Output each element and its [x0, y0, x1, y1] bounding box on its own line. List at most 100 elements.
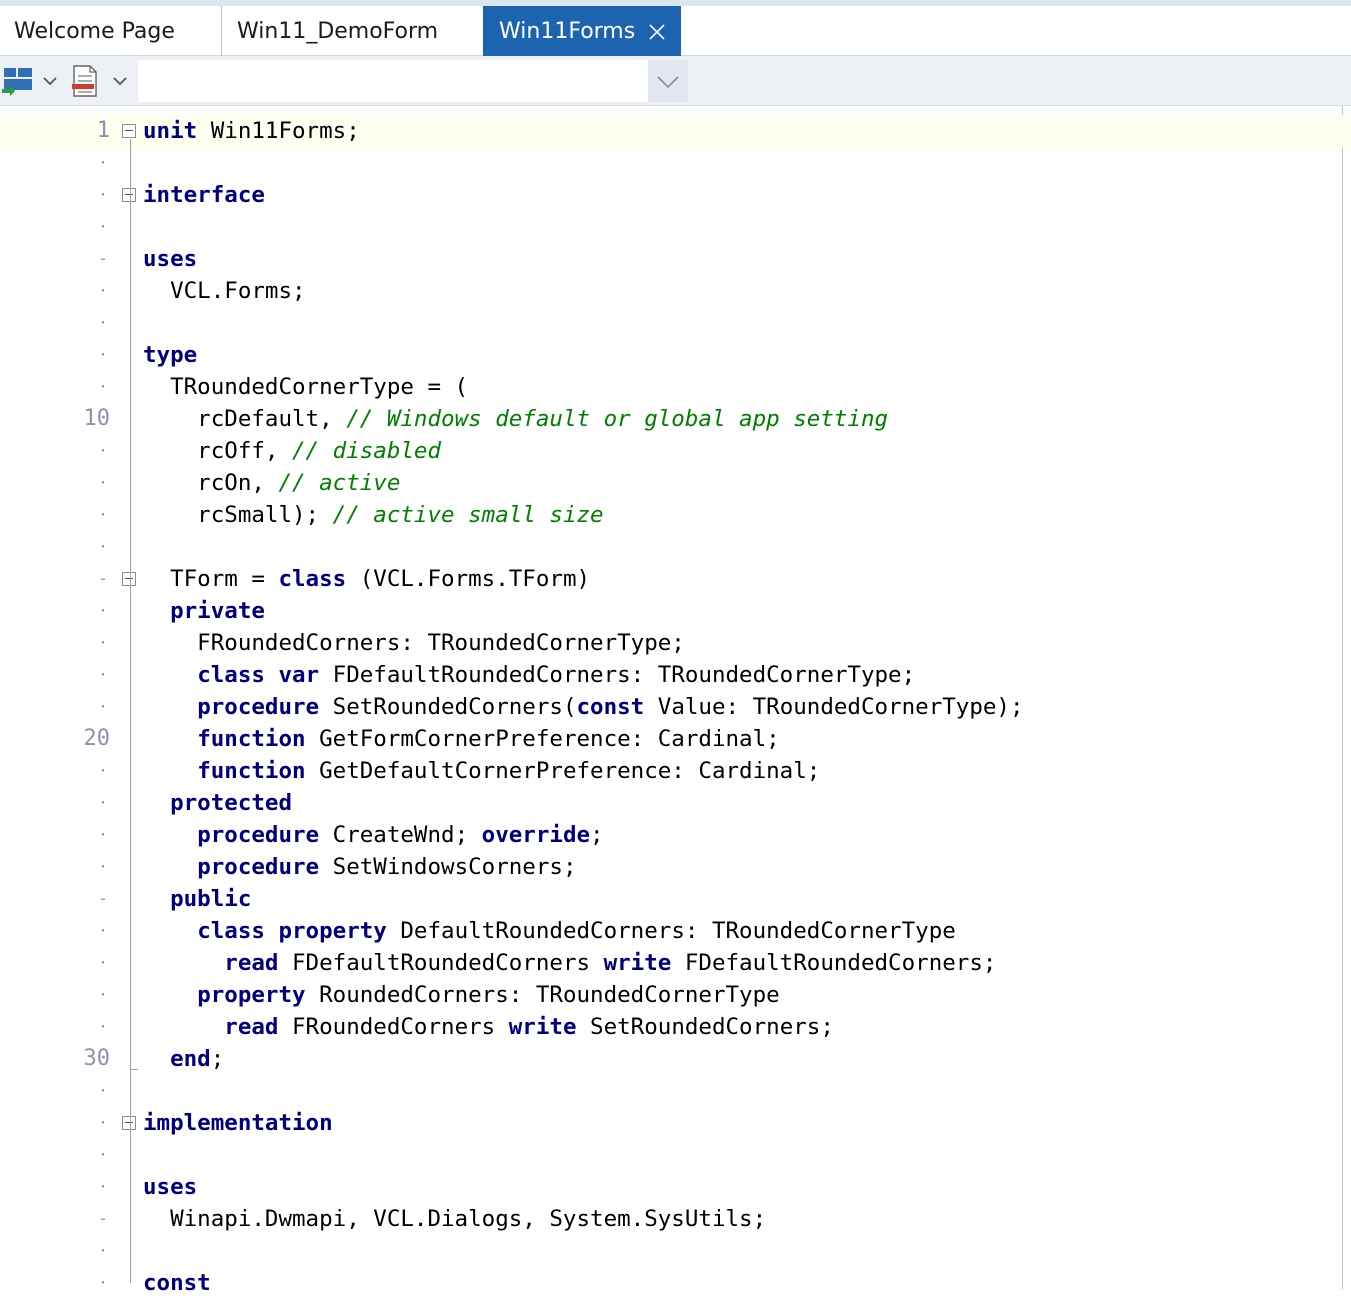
- code-token: FDefaultRoundedCorners: TRoundedCornerTy…: [319, 662, 916, 688]
- gutter-dot: ·: [98, 921, 108, 940]
- code-line[interactable]: 20 function GetFormCornerPreference: Car…: [0, 723, 1351, 755]
- code-line[interactable]: · FRoundedCorners: TRoundedCornerType;: [0, 627, 1351, 659]
- code-line[interactable]: 10 rcDefault, // Windows default or glob…: [0, 403, 1351, 435]
- gutter-dot: ·: [98, 633, 108, 652]
- code-line[interactable]: · procedure CreateWnd; override;: [0, 819, 1351, 851]
- code-token: Value: TRoundedCornerType);: [644, 694, 1024, 720]
- gutter-dot: ·: [98, 1241, 108, 1260]
- code-line[interactable]: 30 end;: [0, 1043, 1351, 1075]
- code-line[interactable]: · private: [0, 595, 1351, 627]
- tab-win11-demoform[interactable]: Win11_DemoForm: [223, 6, 481, 56]
- code-line[interactable]: · read FRoundedCorners write SetRoundedC…: [0, 1011, 1351, 1043]
- code-line[interactable]: · rcOff, // disabled: [0, 435, 1351, 467]
- layout-button[interactable]: [0, 56, 62, 106]
- code-line[interactable]: · property RoundedCorners: TRoundedCorne…: [0, 979, 1351, 1011]
- code-token: (VCL.Forms.TForm): [346, 566, 591, 592]
- combo-dropdown-button[interactable]: [648, 60, 688, 102]
- keyword-token: end: [170, 1046, 211, 1072]
- keyword-token: procedure: [197, 694, 320, 720]
- code-line[interactable]: · type: [0, 339, 1351, 371]
- code-line[interactable]: · interface: [0, 179, 1351, 211]
- keyword-token: procedure: [197, 822, 320, 848]
- fold-collapse-icon[interactable]: [122, 188, 136, 202]
- code-line[interactable]: ·: [0, 1139, 1351, 1171]
- code-token: rcDefault,: [143, 406, 347, 432]
- code-line[interactable]: ·: [0, 147, 1351, 179]
- keyword-token: function: [197, 758, 306, 784]
- code-line[interactable]: ·: [0, 531, 1351, 563]
- code-text: type: [143, 339, 197, 371]
- code-line[interactable]: ·: [0, 211, 1351, 243]
- tab-label: Welcome Page: [14, 19, 175, 44]
- gutter-dot: ·: [98, 217, 108, 236]
- code-line[interactable]: · implementation: [0, 1107, 1351, 1139]
- document-button[interactable]: [66, 56, 136, 106]
- code-line[interactable]: · rcSmall); // active small size: [0, 499, 1351, 531]
- code-line[interactable]: - uses: [0, 243, 1351, 275]
- keyword-token: write: [603, 950, 672, 976]
- code-line[interactable]: · procedure SetWindowsCorners;: [0, 851, 1351, 883]
- code-line[interactable]: · class property DefaultRoundedCorners: …: [0, 915, 1351, 947]
- code-line[interactable]: ·: [0, 307, 1351, 339]
- code-line[interactable]: · function GetDefaultCornerPreference: C…: [0, 755, 1351, 787]
- keyword-token: unit: [143, 118, 198, 144]
- code-line[interactable]: ·: [0, 1235, 1351, 1267]
- gutter-dot: ·: [98, 857, 108, 876]
- fold-collapse-icon[interactable]: [122, 124, 136, 138]
- tab-welcome-page[interactable]: Welcome Page: [0, 6, 222, 56]
- gutter-dot: ·: [98, 601, 108, 620]
- gutter-dot: ·: [98, 441, 108, 460]
- code-token: ;: [210, 1046, 225, 1072]
- code-line[interactable]: · read FDefaultRoundedCorners write FDef…: [0, 947, 1351, 979]
- code-editor[interactable]: 1 unit Win11Forms; · · interface · - uses · VCL.…: [0, 106, 1351, 1296]
- code-text: class property DefaultRoundedCorners: TR…: [143, 915, 956, 947]
- code-line[interactable]: 1 unit Win11Forms;: [0, 115, 1351, 147]
- code-line[interactable]: ·: [0, 1075, 1351, 1107]
- code-text: rcSmall); // active small size: [143, 499, 604, 531]
- code-text: function GetFormCornerPreference: Cardin…: [143, 723, 780, 755]
- document-icon: [72, 65, 127, 97]
- code-text: property RoundedCorners: TRoundedCornerT…: [143, 979, 780, 1011]
- code-text: procedure SetRoundedCorners(const Value:…: [143, 691, 1024, 723]
- code-line[interactable]: · const: [0, 1267, 1351, 1299]
- keyword-token: uses: [143, 246, 198, 272]
- code-text: read FDefaultRoundedCorners write FDefau…: [143, 947, 996, 979]
- tab-win11forms[interactable]: Win11Forms: [483, 6, 681, 56]
- fold-end-marker: [130, 1069, 138, 1070]
- keyword-token: read: [224, 950, 279, 976]
- gutter-dash: -: [98, 249, 108, 268]
- keyword-token: type: [143, 342, 198, 368]
- gutter-dot: ·: [98, 1145, 108, 1164]
- gutter-dot: ·: [98, 377, 108, 396]
- code-line[interactable]: - TForm = class (VCL.Forms.TForm): [0, 563, 1351, 595]
- code-text: interface: [143, 179, 265, 211]
- fold-collapse-icon[interactable]: [122, 572, 136, 586]
- code-line[interactable]: · procedure SetRoundedCorners(const Valu…: [0, 691, 1351, 723]
- close-icon[interactable]: [647, 22, 667, 42]
- code-line[interactable]: · uses: [0, 1171, 1351, 1203]
- gutter-dot: ·: [98, 825, 108, 844]
- gutter-dot: ·: [98, 313, 108, 332]
- comment-token: // active small size: [332, 502, 604, 528]
- line-number: 1: [96, 118, 110, 143]
- gutter-dash: -: [98, 889, 108, 908]
- symbol-combo[interactable]: [138, 60, 688, 102]
- code-line[interactable]: · protected: [0, 787, 1351, 819]
- code-line[interactable]: · rcOn, // active: [0, 467, 1351, 499]
- fold-collapse-icon[interactable]: [122, 1116, 136, 1130]
- code-token: VCL.Forms;: [143, 278, 306, 304]
- layout-icon: [2, 68, 57, 96]
- code-line[interactable]: · VCL.Forms;: [0, 275, 1351, 307]
- code-line[interactable]: · TRoundedCornerType = (: [0, 371, 1351, 403]
- code-line[interactable]: - Winapi.Dwmapi, VCL.Dialogs, System.Sys…: [0, 1203, 1351, 1235]
- gutter-dot: ·: [98, 1017, 108, 1036]
- code-text: implementation: [143, 1107, 333, 1139]
- code-line[interactable]: - public: [0, 883, 1351, 915]
- code-text: procedure SetWindowsCorners;: [143, 851, 576, 883]
- code-line[interactable]: · class var FDefaultRoundedCorners: TRou…: [0, 659, 1351, 691]
